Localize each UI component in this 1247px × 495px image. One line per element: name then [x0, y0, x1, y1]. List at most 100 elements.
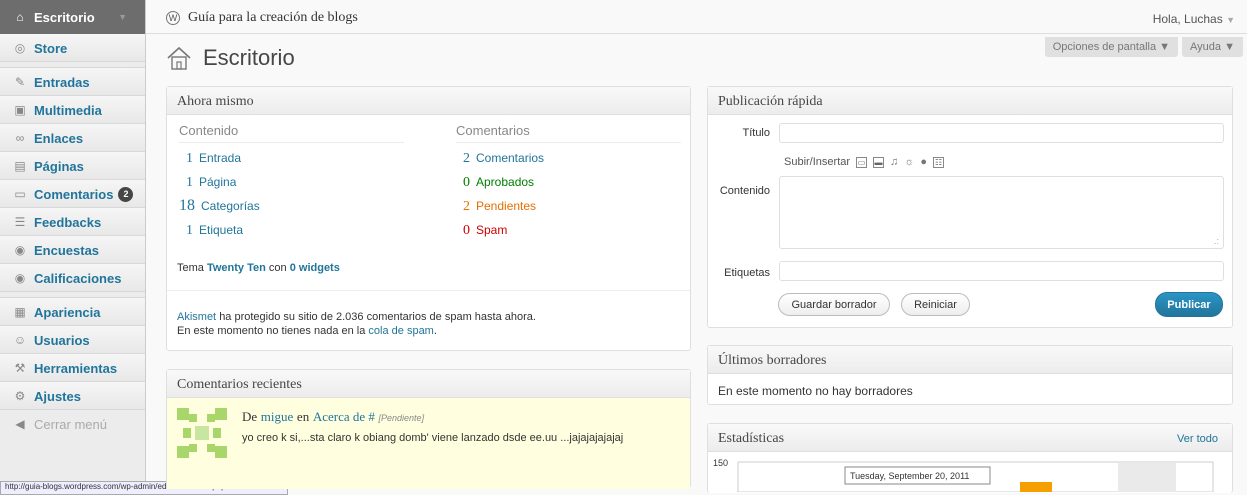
menu-item-apariencia[interactable]: ▦ Apariencia [0, 298, 145, 326]
menu-label: Apariencia [34, 304, 101, 320]
widget-title[interactable]: Últimos borradores [708, 346, 1232, 374]
count: 0 [463, 175, 470, 190]
add-video-icon[interactable]: ▬ [873, 156, 885, 168]
help-tab[interactable]: Ayuda ▼ [1182, 37, 1243, 57]
site-title-text: Guía para la creación de blogs [188, 10, 358, 25]
menu-label: Escritorio [34, 9, 95, 25]
page-title: Escritorio [203, 45, 295, 70]
media-icon: ▣ [14, 103, 26, 117]
add-audio-icon[interactable]: ♫ [890, 156, 898, 168]
title-label: Título [742, 127, 770, 139]
resize-handle-icon[interactable]: .: [1214, 236, 1219, 246]
home-icon: ⌂ [16, 10, 24, 24]
screen-options-tab[interactable]: Opciones de pantalla ▼ [1044, 37, 1179, 57]
widget-title[interactable]: Ahora mismo [167, 87, 690, 115]
menu-item-herramientas[interactable]: ⚒ Herramientas [0, 354, 145, 382]
add-form-icon[interactable]: ☷ [933, 156, 945, 168]
menu-label: Ajustes [34, 388, 81, 404]
add-poll-icon[interactable]: ● [920, 156, 927, 168]
menu-item-encuestas[interactable]: ◉ Encuestas [0, 236, 145, 264]
stats-widget: Estadísticas Ver todo 150 Tuesday, Septe… [707, 423, 1233, 493]
collapse-arrow-icon: ◀ [15, 417, 25, 431]
stats-chart: 150 Tuesday, September 20, 2011 [713, 458, 1214, 492]
comments-row-pending[interactable]: 2 Pendientes [456, 199, 536, 219]
menu-item-escritorio[interactable]: ⌂ Escritorio ▼ [0, 0, 145, 34]
spam-queue-text: En este momento no tienes nada en la [177, 325, 366, 337]
widgets-link[interactable]: 0 widgets [290, 262, 340, 274]
row-link[interactable]: Pendientes [476, 199, 536, 213]
theme-link[interactable]: Twenty Ten [207, 262, 266, 274]
content-textarea[interactable]: .: [779, 176, 1224, 249]
user-greeting[interactable]: Hola, Luchas ▼ [1153, 12, 1235, 26]
chevron-down-icon: ▼ [1226, 15, 1235, 25]
menu-item-comentarios[interactable]: ▭ Comentarios 2 [0, 180, 145, 208]
widget-title[interactable]: Comentarios recientes [167, 370, 690, 398]
count: 1 [186, 223, 193, 238]
widget-title[interactable]: Publicación rápida [708, 87, 1232, 115]
collapse-menu-button[interactable]: ◀ Cerrar menú [0, 410, 145, 438]
row-link[interactable]: Spam [476, 223, 507, 237]
akismet-link[interactable]: Akismet [177, 311, 216, 323]
quick-press-widget: Publicación rápida Título Subir/Insertar… [707, 86, 1233, 328]
menu-item-usuarios[interactable]: ☺ Usuarios [0, 326, 145, 354]
upload-label: Subir/Insertar [784, 156, 851, 168]
count: 1 [186, 151, 193, 166]
save-draft-button[interactable]: Guardar borrador [778, 293, 890, 316]
menu-item-enlaces[interactable]: ∞ Enlaces [0, 124, 145, 152]
help-label: Ayuda [1190, 41, 1222, 53]
title-input[interactable] [779, 123, 1224, 143]
menu-item-ajustes[interactable]: ⚙ Ajustes [0, 382, 145, 410]
tags-input[interactable] [779, 261, 1224, 281]
row-link[interactable]: Página [199, 175, 236, 189]
comment-item: De migue en Acerca de # [Pendiente] yo c… [167, 398, 690, 489]
content-row-entradas[interactable]: 1 Entrada [179, 151, 241, 171]
wordpress-logo-icon: W [166, 11, 180, 25]
comment-author-link[interactable]: migue [261, 409, 294, 424]
comments-row-approved[interactable]: 0 Aprobados [456, 175, 534, 195]
menu-item-multimedia[interactable]: ▣ Multimedia [0, 96, 145, 124]
count: 2 [463, 151, 470, 166]
bar[interactable] [1020, 482, 1052, 492]
row-link[interactable]: Entrada [199, 151, 241, 165]
menu-item-calificaciones[interactable]: ◉ Calificaciones [0, 264, 145, 292]
akismet-text: ha protegido su sitio de 2.036 comentari… [219, 311, 536, 323]
content-row-paginas[interactable]: 1 Página [179, 175, 236, 195]
comments-row-spam[interactable]: 0 Spam [456, 223, 507, 243]
settings-icon: ⚙ [14, 389, 26, 403]
publish-button[interactable]: Publicar [1155, 292, 1223, 317]
admin-menu: ⌂ Escritorio ▼ ◎ Store ✎ Entradas ▣ Mult… [0, 0, 146, 488]
add-image-icon[interactable]: ▭ [856, 156, 868, 168]
menu-item-paginas[interactable]: ▤ Páginas [0, 152, 145, 180]
site-title[interactable]: W Guía para la creación de blogs [166, 10, 358, 26]
menu-item-feedbacks[interactable]: ☰ Feedbacks [0, 208, 145, 236]
screen-meta-tabs: Opciones de pantalla ▼ Ayuda ▼ [1044, 37, 1243, 57]
comment-post-link[interactable]: Acerca de # [313, 409, 375, 424]
menu-label: Usuarios [34, 332, 90, 348]
menu-label: Store [34, 40, 68, 56]
view-all-link[interactable]: Ver todo [1177, 433, 1218, 445]
content-row-categorias[interactable]: 18 Categorías [179, 197, 260, 217]
row-link[interactable]: Comentarios [476, 151, 544, 165]
dashboard-house-icon [167, 46, 191, 70]
theme-prefix: Tema [177, 262, 204, 274]
menu-label: Comentarios [34, 186, 114, 202]
y-tick-label: 150 [713, 458, 728, 468]
comments-row-total[interactable]: 2 Comentarios [456, 151, 544, 171]
add-media-icon[interactable]: ☼ [904, 156, 914, 168]
reset-button[interactable]: Reiniciar [901, 293, 970, 316]
count: 0 [463, 223, 470, 238]
menu-item-store[interactable]: ◎ Store [0, 34, 145, 62]
spam-queue-link[interactable]: cola de spam [368, 325, 433, 337]
menu-item-entradas[interactable]: ✎ Entradas [0, 68, 145, 96]
theme-info: Tema Twenty Ten con 0 widgets [177, 262, 340, 274]
chevron-down-icon: ▼ [118, 12, 127, 22]
comment-meta: De migue en Acerca de # [Pendiente] [242, 409, 424, 425]
row-link[interactable]: Aprobados [476, 175, 534, 189]
by-text: De [242, 409, 258, 424]
menu-label: Enlaces [34, 130, 84, 146]
widget-title[interactable]: Estadísticas [718, 431, 784, 446]
row-link[interactable]: Etiqueta [199, 223, 243, 237]
link-icon: ∞ [15, 131, 25, 145]
content-row-etiquetas[interactable]: 1 Etiqueta [179, 223, 243, 243]
row-link[interactable]: Categorías [201, 199, 260, 213]
